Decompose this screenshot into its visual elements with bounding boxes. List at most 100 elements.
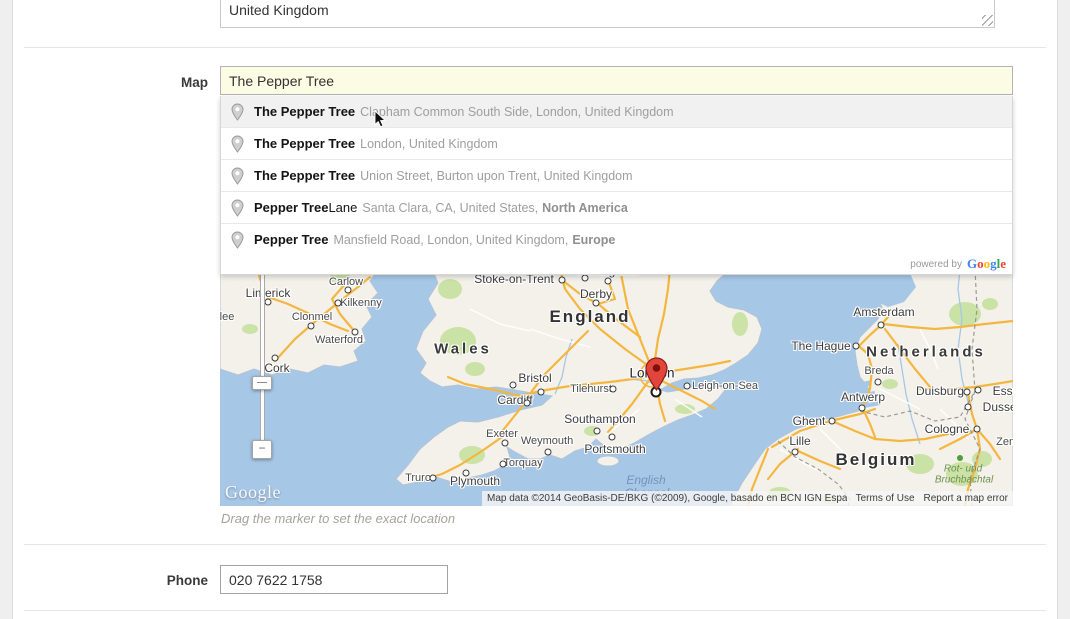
map-city-dot xyxy=(559,277,566,284)
google-logo-colored: Google xyxy=(967,256,1006,272)
map-label: Southampton xyxy=(564,412,635,426)
map-city-dot xyxy=(352,329,359,336)
map-city-dot xyxy=(875,379,882,386)
map-pin-icon xyxy=(231,199,244,217)
map-city-dot xyxy=(335,300,342,307)
google-map[interactable]: Stoke-on-TrentNottinghamDerbyEnglandWale… xyxy=(220,269,1013,506)
map-search-input[interactable] xyxy=(220,66,1013,95)
map-city-dot xyxy=(545,449,552,456)
autocomplete-item[interactable]: Pepper Tree Lane Santa Clara, CA, United… xyxy=(221,191,1012,223)
map-label: Tilehurst xyxy=(570,383,612,395)
map-city-dot xyxy=(430,475,437,482)
map-poi-dot xyxy=(957,455,963,461)
map-label: Truro xyxy=(405,472,431,484)
map-label: Bristol xyxy=(518,371,551,385)
map-label: lee xyxy=(220,311,234,323)
map-city-dot xyxy=(510,382,517,389)
map-city-dot xyxy=(594,428,601,435)
map-label: Esse xyxy=(993,384,1013,398)
suggestion-main: The Pepper Tree xyxy=(254,136,355,151)
location-marker[interactable] xyxy=(645,357,668,391)
map-label: Cologne xyxy=(925,422,970,436)
country-textarea[interactable]: United Kingdom xyxy=(220,0,995,28)
map-city-dot xyxy=(964,389,971,396)
map-label: Amsterdam xyxy=(853,305,914,319)
suggestion-main: Pepper Tree xyxy=(254,232,328,247)
map-label: Waterford xyxy=(315,334,363,346)
map-city-dot xyxy=(345,287,352,294)
map-label: Exeter xyxy=(486,428,518,440)
map-label: Weymouth xyxy=(521,435,573,447)
map-label: Ghent xyxy=(793,414,826,428)
suggestion-main-rest: Lane xyxy=(328,200,357,215)
map-label: Rot- und xyxy=(944,464,982,475)
map-label: Netherlands xyxy=(866,344,986,361)
map-city-dot xyxy=(965,404,972,411)
zoom-slider-track[interactable] xyxy=(260,269,265,448)
powered-by-text: powered by xyxy=(910,259,962,270)
section-divider xyxy=(24,544,1046,545)
map-city-dot xyxy=(974,426,981,433)
map-attribution-text: Map data ©2014 GeoBasis-DE/BKG (©2009), … xyxy=(487,493,847,504)
suggestion-main: The Pepper Tree xyxy=(254,104,355,119)
suggestion-secondary: Santa Clara, CA, United States, xyxy=(362,201,538,215)
map-label: English xyxy=(626,473,665,487)
map-label: Zentr xyxy=(996,436,1013,448)
suggestion-main: Pepper Tree xyxy=(254,200,328,215)
autocomplete-item[interactable]: The Pepper Tree Clapham Common South Sid… xyxy=(221,96,1012,127)
map-label: Duisburg xyxy=(916,384,964,398)
google-maps-logo[interactable]: Google xyxy=(225,482,281,503)
map-city-dot xyxy=(538,389,545,396)
powered-by-google: powered by Google xyxy=(221,255,1012,274)
textarea-resize-grip[interactable] xyxy=(982,15,993,26)
map-city-dot xyxy=(878,322,885,329)
map-pin-icon xyxy=(231,167,244,185)
map-label: Antwerp xyxy=(841,390,885,404)
suggestion-main: The Pepper Tree xyxy=(254,168,355,183)
map-city-dot xyxy=(582,275,589,282)
map-city-dot xyxy=(272,355,279,362)
map-label: Dussel xyxy=(983,400,1013,414)
map-label: Wales xyxy=(434,341,492,358)
suggestion-region: Europe xyxy=(572,233,615,247)
autocomplete-item[interactable]: The Pepper Tree London, United Kingdom xyxy=(221,127,1012,159)
map-label: England xyxy=(549,307,630,327)
suggestion-secondary: London, United Kingdom xyxy=(360,137,498,151)
zoom-slider-handle[interactable] xyxy=(252,376,272,390)
map-city-dot xyxy=(610,386,617,393)
page-left-gutter xyxy=(0,0,13,619)
map-city-dot xyxy=(463,470,470,477)
map-city-dot xyxy=(684,383,691,390)
map-label: The Hague xyxy=(791,339,850,353)
suggestion-secondary: Mansfield Road, London, United Kingdom, xyxy=(333,233,568,247)
autocomplete-item[interactable]: The Pepper Tree Union Street, Burton upo… xyxy=(221,159,1012,191)
map-label: Torquay xyxy=(503,457,542,469)
map-label: Belgium xyxy=(835,450,916,470)
map-label: Lille xyxy=(789,434,810,448)
page: United Kingdom Map xyxy=(0,0,1070,619)
map-label: Kilkenny xyxy=(340,297,382,309)
report-map-error-link[interactable]: Report a map error xyxy=(924,493,1008,504)
map-zoom-control: − xyxy=(252,269,272,461)
map-label: Leigh-on-Sea xyxy=(692,380,758,392)
map-pin-icon xyxy=(231,231,244,249)
map-attribution-bar: Map data ©2014 GeoBasis-DE/BKG (©2009), … xyxy=(482,491,1013,506)
map-label: Plymouth xyxy=(450,474,500,488)
map-city-dot xyxy=(308,323,315,330)
map-city-dot xyxy=(502,440,509,447)
phone-field-label: Phone xyxy=(60,573,208,588)
section-divider xyxy=(24,47,1046,48)
terms-of-use-link[interactable]: Terms of Use xyxy=(856,493,915,504)
zoom-out-button[interactable]: − xyxy=(252,440,272,459)
map-label: Bruchbachtal xyxy=(935,475,993,486)
map-city-dot xyxy=(609,434,616,441)
autocomplete-item[interactable]: Pepper Tree Mansfield Road, London, Unit… xyxy=(221,223,1012,255)
map-field-label: Map xyxy=(60,75,208,90)
map-city-dot xyxy=(605,278,612,285)
map-city-dot xyxy=(500,461,507,468)
map-city-dot xyxy=(593,300,600,307)
phone-input[interactable] xyxy=(220,565,448,594)
map-city-dot xyxy=(859,405,866,412)
country-value: United Kingdom xyxy=(229,2,329,18)
map-helper-caption: Drag the marker to set the exact locatio… xyxy=(221,511,455,526)
